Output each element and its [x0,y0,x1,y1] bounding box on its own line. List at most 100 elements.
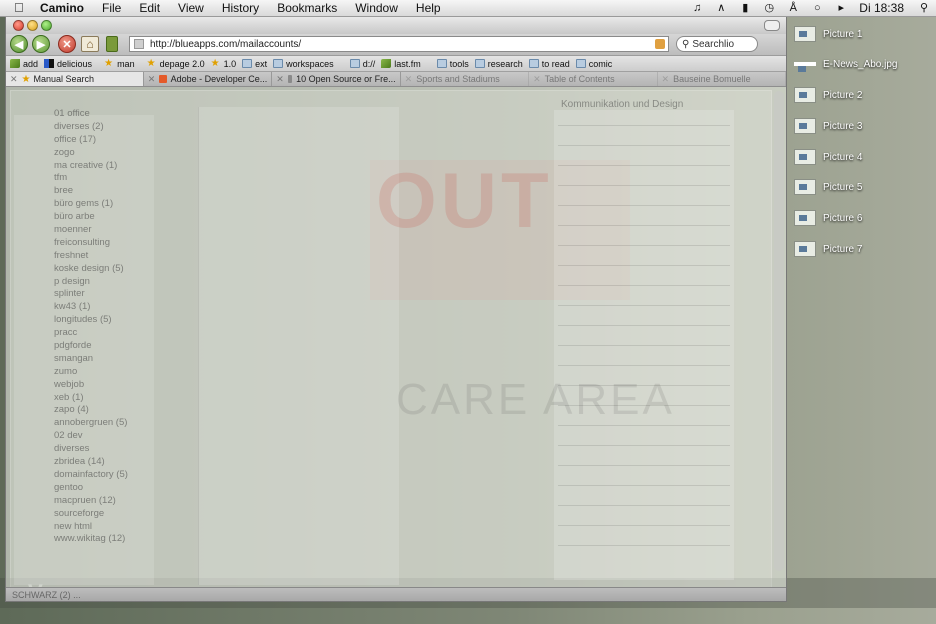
mail-folder-item[interactable]: freshnet [54,249,194,262]
stop-button[interactable]: ✕ [58,35,76,53]
bluetooth-icon[interactable]: Å [786,0,800,16]
spotlight-search-icon[interactable]: ⚲ [917,0,931,16]
forward-button[interactable]: ▶ [32,35,50,53]
desktop-icon-picture-2[interactable]: Picture 2 [794,85,934,105]
menu-bookmarks[interactable]: Bookmarks [277,0,337,16]
mail-folder-item[interactable]: pracc [54,326,194,339]
bookmark-folder-to-read[interactable]: to read [528,59,570,69]
bookmark-folder-comic[interactable]: comic [575,59,612,69]
close-tab-icon[interactable]: ✕ [405,74,413,85]
tab-open-source[interactable]: ✕ 10 Open Source or Fre... [272,72,401,86]
menu-history[interactable]: History [222,0,259,16]
close-window-button[interactable] [13,20,24,31]
desktop-icon-picture-6[interactable]: Picture 6 [794,208,934,228]
desktop-icon-picture-4[interactable]: Picture 4 [794,147,934,167]
mail-folder-item[interactable]: diverses [54,442,194,455]
close-tab-icon[interactable]: ✕ [533,74,541,85]
menu-clock[interactable]: Di 18:38 [859,1,904,15]
menu-file[interactable]: File [102,0,121,16]
itunes-icon[interactable]: ♫ [690,0,704,16]
bookmark-folder-d[interactable]: d:// [349,59,375,69]
bookmark-folder-tools[interactable]: tools [436,59,469,69]
menu-view[interactable]: View [178,0,204,16]
mail-folder-item[interactable]: 01 office [54,107,194,120]
battery-icon[interactable]: ▮ [738,0,752,16]
mail-folder-item[interactable]: zapo (4) [54,403,194,416]
rss-feed-icon[interactable] [655,39,665,49]
mail-folder-item[interactable]: büro arbe [54,210,194,223]
search-field[interactable]: ⚲ Searchlio [676,36,758,52]
toolbar-toggle-button[interactable] [764,20,780,31]
mail-folder-item[interactable]: moenner [54,223,194,236]
desktop-icon-picture-7[interactable]: Picture 7 [794,239,934,259]
minimize-window-button[interactable] [27,20,38,31]
tab-sports[interactable]: ✕ Sports and Stadiums [401,72,530,86]
mail-folder-item[interactable]: p design [54,275,194,288]
bookmarks-button[interactable] [106,36,118,52]
bookmark-add[interactable]: add [10,59,38,69]
address-bar[interactable]: http://blueapps.com/mailaccounts/ [129,36,669,52]
mail-folder-item[interactable]: diverses (2) [54,120,194,133]
menu-window[interactable]: Window [355,0,398,16]
tab-table-of-contents[interactable]: ✕ Table of Contents [529,72,658,86]
bookmark-delicious[interactable]: delicious [44,59,92,69]
desktop-icon-picture-3[interactable]: Picture 3 [794,116,934,136]
window-titlebar[interactable] [6,17,786,34]
close-tab-icon[interactable]: ✕ [10,74,18,85]
mail-folder-item[interactable]: smangan [54,352,194,365]
wifi-icon[interactable]: ○ [810,0,824,16]
apple-menu-icon[interactable]:  [14,1,26,14]
back-button[interactable]: ◀ [10,35,28,53]
bookmark-folder-research[interactable]: research [474,59,523,69]
mail-folder-item[interactable]: longitudes (5) [54,313,194,326]
mail-folder-item[interactable]: 02 dev [54,429,194,442]
bookmark-folder-ext[interactable]: ext [242,59,267,69]
mail-folder-item[interactable]: tfm [54,171,194,184]
mail-folder-item[interactable]: www.wikitag (12) [54,532,194,545]
menu-help[interactable]: Help [416,0,441,16]
mail-folder-item[interactable]: kw43 (1) [54,300,194,313]
mail-folder-item[interactable]: zumo [54,365,194,378]
address-bar-text[interactable]: http://blueapps.com/mailaccounts/ [150,39,301,50]
search-field-text[interactable]: Searchlio [692,39,734,50]
bookmark-man[interactable]: ★ man [104,59,135,69]
mail-folder-item[interactable]: xeb (1) [54,391,194,404]
mail-folder-item[interactable]: zbridea (14) [54,455,194,468]
bookmark-depage-1[interactable]: ★ 1.0 [211,59,237,69]
desktop-icon-picture-1[interactable]: Picture 1 [794,24,934,44]
mail-folder-item[interactable]: ma creative (1) [54,159,194,172]
mail-folder-item[interactable]: new html [54,520,194,533]
mail-folder-item[interactable]: macpruen (12) [54,494,194,507]
mail-folder-item[interactable]: webjob [54,378,194,391]
mail-folder-item[interactable]: bree [54,184,194,197]
close-tab-icon[interactable]: ✕ [662,74,670,85]
desktop-icon-e-news-abo[interactable]: E-News_Abo.jpg [794,54,934,74]
time-machine-icon[interactable]: ◷ [762,0,776,16]
mail-folder-item[interactable]: zogo [54,146,194,159]
bookmark-folder-workspaces[interactable]: workspaces [273,59,334,69]
bookmark-depage-2[interactable]: ★ depage 2.0 [147,59,205,69]
mail-folder-item[interactable]: splinter [54,287,194,300]
close-tab-icon[interactable]: ✕ [276,74,284,85]
mail-folder-item[interactable]: koske design (5) [54,262,194,275]
mail-folder-item[interactable]: annobergruen (5) [54,416,194,429]
tab-manual-search[interactable]: ✕ ★ Manual Search [6,72,144,86]
menu-edit[interactable]: Edit [139,0,160,16]
script-icon[interactable]: ∧ [714,0,728,16]
mail-folder-item[interactable]: büro gems (1) [54,197,194,210]
mail-folder-item[interactable]: pdgforde [54,339,194,352]
bookmark-lastfm[interactable]: last.fm [381,59,421,69]
mail-folder-item[interactable]: freiconsulting [54,236,194,249]
volume-icon[interactable]: ▸ [834,0,848,16]
mail-folder-item[interactable]: office (17) [54,133,194,146]
home-button[interactable]: ⌂ [81,36,99,52]
close-tab-icon[interactable]: ✕ [148,74,156,85]
mail-folder-item[interactable]: domainfactory (5) [54,468,194,481]
tab-adobe[interactable]: ✕ Adobe - Developer Ce... [144,72,273,86]
zoom-window-button[interactable] [41,20,52,31]
tab-bauseine[interactable]: ✕ Bauseine Bomuelle [658,72,786,86]
desktop-icon-picture-5[interactable]: Picture 5 [794,177,934,197]
mail-folder-item[interactable]: sourceforge [54,507,194,520]
vertical-scrollbar[interactable] [774,91,784,571]
mail-folder-item[interactable]: gentoo [54,481,194,494]
